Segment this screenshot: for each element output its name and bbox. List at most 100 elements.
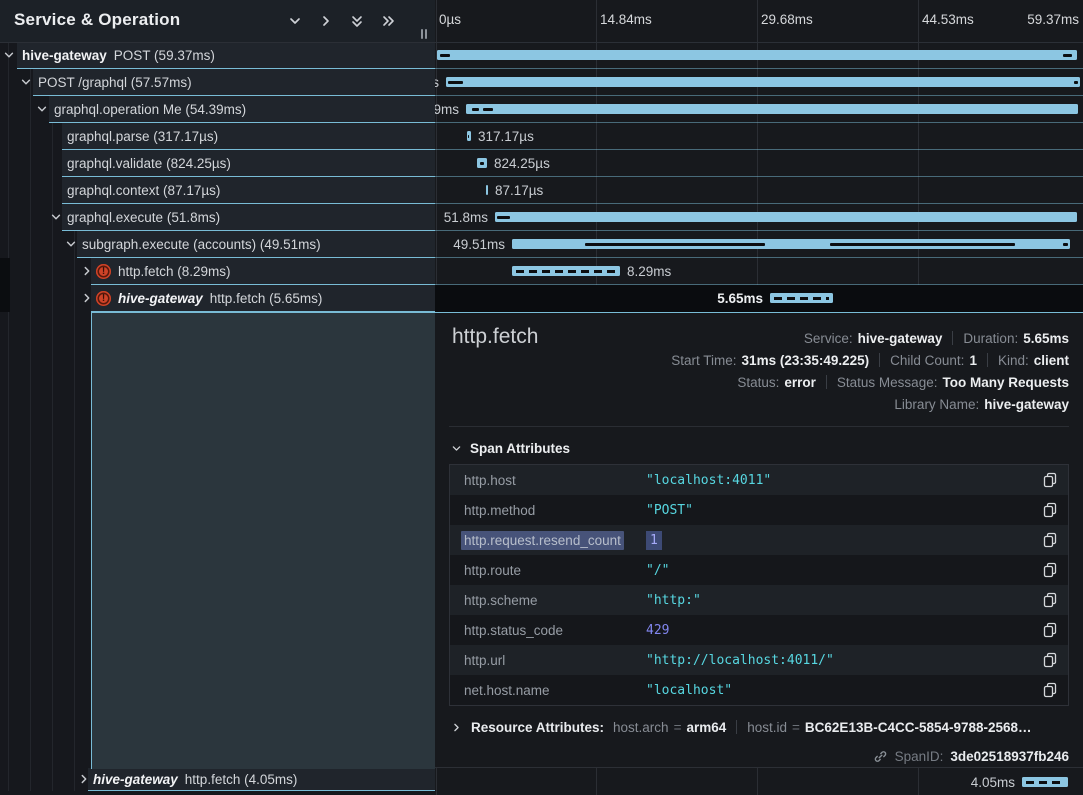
span-duration-label: 5.65ms xyxy=(717,291,763,306)
span-bar[interactable] xyxy=(486,185,488,195)
span-bar[interactable] xyxy=(467,131,471,141)
panel-resize-handle[interactable] xyxy=(421,29,427,39)
span-label: POST /graphql (57.57ms) xyxy=(38,75,192,90)
attribute-row[interactable]: net.host.name"localhost" xyxy=(450,675,1068,705)
timeline-tick: 29.68ms xyxy=(761,12,813,27)
chevron-down-icon[interactable] xyxy=(36,103,48,115)
child-span-mark xyxy=(483,108,493,111)
double-chevron-right-icon[interactable] xyxy=(381,14,395,28)
double-chevron-down-icon[interactable] xyxy=(350,14,364,28)
span-bar[interactable] xyxy=(1022,777,1068,787)
tree-row[interactable]: !http.fetch (8.29ms) xyxy=(0,258,435,285)
service-name: hive-gateway xyxy=(93,772,178,787)
attribute-value: "POST" xyxy=(646,503,693,518)
span-label: graphql.operation Me (54.39ms) xyxy=(54,102,246,117)
chevron-down-icon[interactable] xyxy=(288,14,302,28)
copy-icon[interactable] xyxy=(1042,562,1058,578)
span-label: http.fetch (5.65ms) xyxy=(210,291,323,306)
chevron-down-icon xyxy=(451,443,462,454)
span-bar[interactable] xyxy=(512,239,1070,249)
tree-row-band: hive-gatewayPOST (59.37ms) xyxy=(17,42,435,69)
equals-sign: = xyxy=(674,720,682,735)
resource-attributes-toggle[interactable]: Resource Attributes: host.arch=arm64host… xyxy=(451,717,1069,737)
copy-icon[interactable] xyxy=(1042,532,1058,548)
resource-attribute-pairs: host.arch=arm64host.id=BC62E13B-C4CC-585… xyxy=(613,720,1032,735)
span-label: graphql.parse (317.17µs) xyxy=(67,129,218,144)
copy-icon[interactable] xyxy=(1042,622,1058,638)
chevron-right-icon[interactable] xyxy=(319,14,333,28)
span-duration-label: 51.8ms xyxy=(444,210,488,225)
tree-header-actions xyxy=(288,14,395,28)
tree-row[interactable]: graphql.operation Me (54.39ms) xyxy=(0,96,435,123)
attribute-row[interactable]: http.request.resend_count 1 xyxy=(450,525,1068,555)
tree-row-band: graphql.execute (51.8ms) xyxy=(62,204,435,231)
meta-separator xyxy=(952,331,953,345)
tree-row[interactable]: graphql.parse (317.17µs) xyxy=(0,123,435,150)
span-bar[interactable] xyxy=(466,104,1078,114)
tree-row-band: graphql.context (87.17µs) xyxy=(62,177,435,204)
resource-separator xyxy=(736,720,737,734)
selected-text: http.request.resend_count xyxy=(461,531,624,550)
child-span-mark xyxy=(1074,81,1078,84)
tree-row[interactable]: graphql.context (87.17µs) xyxy=(0,177,435,204)
span-bar[interactable] xyxy=(437,50,1077,60)
attribute-value: 429 xyxy=(646,623,669,638)
trace-viewer: Service & Operation hive-gatewayPOST (59… xyxy=(0,0,1083,795)
span-attributes-toggle[interactable]: Span Attributes xyxy=(451,441,570,456)
meta-separator xyxy=(826,375,827,389)
attribute-row[interactable]: http.url"http://localhost:4011/" xyxy=(450,645,1068,675)
tree-row[interactable]: hive-gatewayPOST (59.37ms) xyxy=(0,42,435,69)
timeline-tick: 0µs xyxy=(439,12,461,27)
chevron-down-icon[interactable] xyxy=(20,76,32,88)
panel-title: Service & Operation xyxy=(14,10,180,30)
attribute-key: http.scheme xyxy=(450,593,646,608)
chevron-right-icon[interactable] xyxy=(78,773,90,785)
chevron-right-icon[interactable] xyxy=(81,292,93,304)
divider xyxy=(449,426,1069,427)
link-icon[interactable] xyxy=(873,749,888,764)
copy-icon[interactable] xyxy=(1042,502,1058,518)
attribute-row[interactable]: http.host"localhost:4011" xyxy=(450,465,1068,495)
span-bar[interactable] xyxy=(770,293,833,303)
timeline-tick: 44.53ms xyxy=(922,12,974,27)
child-span-mark xyxy=(830,243,1015,246)
child-span-mark xyxy=(1063,243,1068,246)
tree-row[interactable]: graphql.execute (51.8ms) xyxy=(0,204,435,231)
meta-line: Library Name:hive-gateway xyxy=(894,393,1069,415)
attribute-row[interactable]: http.method"POST" xyxy=(450,495,1068,525)
chevron-down-icon[interactable] xyxy=(50,211,62,223)
copy-icon[interactable] xyxy=(1042,682,1058,698)
child-span-mark xyxy=(1063,54,1072,57)
resource-key: host.id xyxy=(747,720,787,735)
copy-icon[interactable] xyxy=(1042,592,1058,608)
meta-label: Duration: xyxy=(963,331,1018,346)
chevron-down-icon[interactable] xyxy=(3,49,15,61)
attribute-row[interactable]: http.status_code429 xyxy=(450,615,1068,645)
attribute-row[interactable]: http.route"/" xyxy=(450,555,1068,585)
chevron-down-icon[interactable] xyxy=(65,238,77,250)
attribute-value: "localhost:4011" xyxy=(646,473,771,488)
attribute-row[interactable]: http.scheme"http:" xyxy=(450,585,1068,615)
child-span-mark xyxy=(468,135,469,138)
selected-text: 1 xyxy=(646,531,662,550)
meta-value: 31ms (23:35:49.225) xyxy=(742,353,870,368)
span-bar[interactable] xyxy=(477,158,487,168)
copy-icon[interactable] xyxy=(1042,652,1058,668)
tree-row[interactable]: POST /graphql (57.57ms) xyxy=(0,69,435,96)
tree-row[interactable]: hive-gatewayhttp.fetch (4.05ms) xyxy=(0,768,435,791)
chevron-right-icon[interactable] xyxy=(81,265,93,277)
tree-row[interactable]: subgraph.execute (accounts) (49.51ms) xyxy=(0,231,435,258)
meta-label: Library Name: xyxy=(894,397,979,412)
tree-row-band: POST /graphql (57.57ms) xyxy=(33,69,435,96)
copy-icon[interactable] xyxy=(1042,472,1058,488)
span-bar[interactable] xyxy=(446,77,1080,87)
span-duration-label: 49.51ms xyxy=(453,237,505,252)
span-bar[interactable] xyxy=(495,212,1077,222)
meta-value: Too Many Requests xyxy=(942,375,1069,390)
span-bar[interactable] xyxy=(512,266,620,276)
meta-label: Start Time: xyxy=(671,353,736,368)
tree-row[interactable]: !hive-gatewayhttp.fetch (5.65ms) xyxy=(0,285,435,312)
timeline-row-separator xyxy=(435,122,1083,123)
resource-value: BC62E13B-C4CC-5854-9788-2568… xyxy=(805,720,1032,735)
tree-row[interactable]: graphql.validate (824.25µs) xyxy=(0,150,435,177)
